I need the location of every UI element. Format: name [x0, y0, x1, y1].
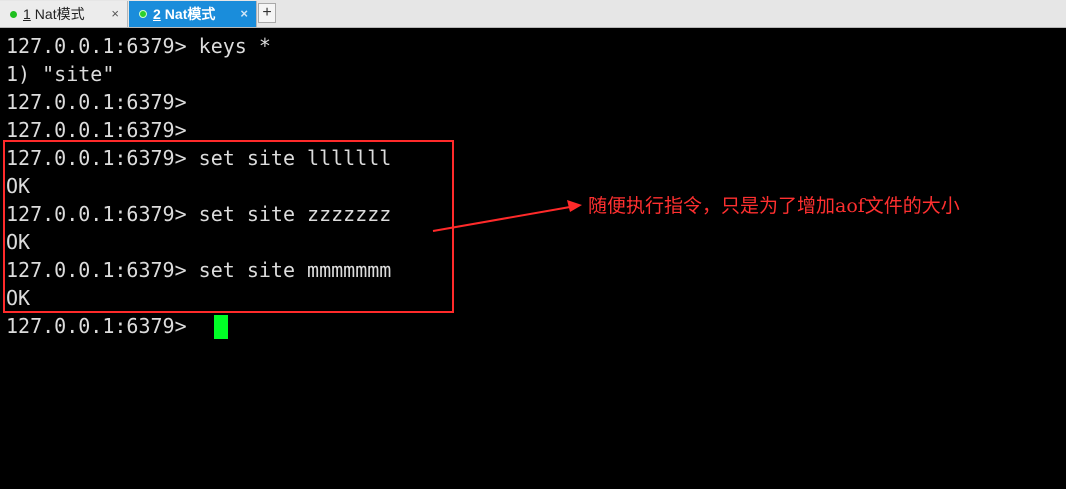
highlight-box: [3, 140, 454, 313]
tab-nat-mode-1[interactable]: 1 Nat模式 ×: [0, 1, 128, 27]
tab-number: 1: [23, 6, 31, 22]
annotation-text: 随便执行指令，只是为了增加aof文件的大小: [588, 195, 960, 217]
terminal-prompt-line: 127.0.0.1:6379>: [6, 314, 199, 338]
session-status-icon: [139, 10, 147, 18]
add-tab-button[interactable]: +: [258, 3, 276, 23]
close-icon[interactable]: ×: [240, 6, 248, 21]
tab-label: Nat模式: [34, 6, 85, 22]
terminal-line: 127.0.0.1:6379> keys *: [6, 34, 271, 58]
tab-nat-mode-2[interactable]: 2 Nat模式 ×: [129, 1, 257, 27]
terminal-line: 1) "site": [6, 62, 115, 86]
tab-bar: 1 Nat模式 × 2 Nat模式 × +: [0, 0, 1066, 28]
close-icon[interactable]: ×: [111, 6, 119, 21]
terminal-line: 127.0.0.1:6379>: [6, 90, 187, 114]
tab-number: 2: [153, 6, 161, 22]
tab-label: Nat模式: [164, 6, 216, 22]
terminal-cursor: [214, 315, 228, 339]
session-status-icon: [10, 10, 17, 18]
